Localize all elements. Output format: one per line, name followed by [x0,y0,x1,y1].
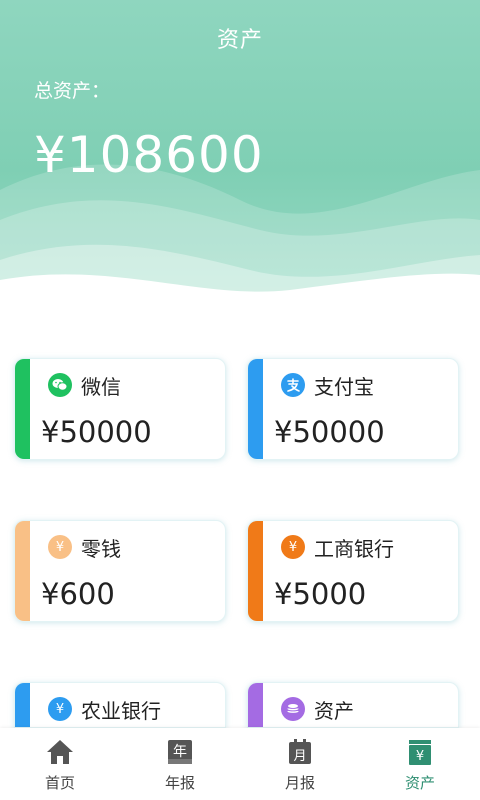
total-assets-amount: ¥108600 [34,126,264,184]
card-accent-stripe [248,359,263,459]
account-amount: ¥5000 [274,577,367,611]
wechat-icon [48,373,72,397]
month-calendar-icon: 月 [284,736,316,768]
card-accent-stripe [15,683,30,727]
yuan-coin-icon: ¥ [48,535,72,559]
account-card-alipay[interactable]: 支付宝 ¥50000 [247,358,459,460]
account-amount: ¥50000 [274,415,385,449]
tab-label: 资产 [404,774,435,792]
coin-stack-icon [281,697,305,721]
account-card-wechat[interactable]: 微信 ¥50000 [14,358,226,460]
card-accent-stripe [248,521,263,621]
tab-home[interactable]: 首页 [0,728,120,800]
account-name: 农业银行 [81,699,161,723]
account-name: 微信 [81,375,121,399]
account-card-abc[interactable]: ¥ 农业银行 [14,682,226,728]
page-title: 资产 [216,28,263,53]
account-card-cash[interactable]: ¥ 零钱 ¥600 [14,520,226,622]
account-card-asset[interactable]: 资产 [247,682,459,728]
tab-assets[interactable]: ¥ 资产 [360,728,480,800]
account-name: 零钱 [81,537,121,561]
home-icon [44,736,76,768]
bottom-tab-bar: 首页 年 年报 月 月报 ¥ 资产 [0,728,480,800]
svg-text:月: 月 [293,749,306,764]
year-report-icon: 年 [164,736,196,768]
account-card-icbc[interactable]: ¥ 工商银行 ¥5000 [247,520,459,622]
account-name: 支付宝 [314,375,374,399]
total-assets-label: 总资产： [34,80,111,102]
alipay-icon [281,373,305,397]
yuan-coin-icon: ¥ [281,535,305,559]
account-name: 资产 [314,699,354,723]
asset-wallet-icon: ¥ [404,736,436,768]
yuan-coin-icon: ¥ [48,697,72,721]
header-banner: 资产 总资产： ¥108600 [0,0,480,310]
card-accent-stripe [248,683,263,727]
tab-month-report[interactable]: 月 月报 [240,728,360,800]
tab-label: 首页 [44,774,75,792]
account-amount: ¥600 [41,577,115,611]
tab-year-report[interactable]: 年 年报 [120,728,240,800]
card-accent-stripe [15,521,30,621]
tab-label: 年报 [164,774,195,792]
account-amount: ¥50000 [41,415,152,449]
account-name: 工商银行 [314,537,394,561]
svg-text:¥: ¥ [416,749,424,764]
card-accent-stripe [15,359,30,459]
svg-text:年: 年 [173,744,187,760]
tab-label: 月报 [284,774,315,792]
